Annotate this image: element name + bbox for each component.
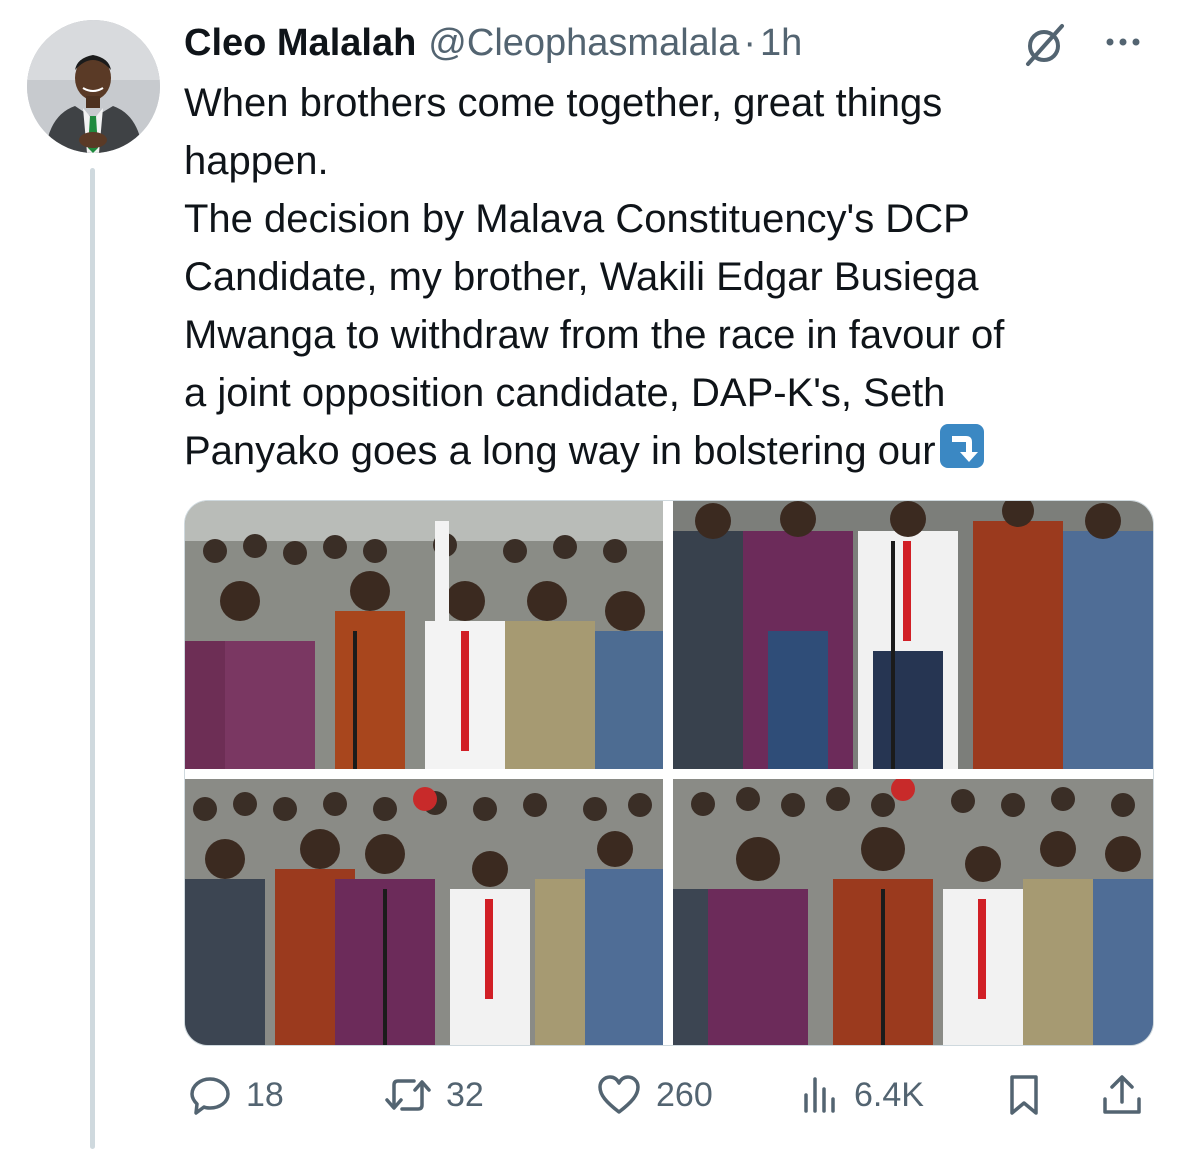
reply-button[interactable]: 18 — [188, 1070, 284, 1120]
arrow-down-right-emoji — [938, 422, 986, 470]
tweet-text-line: happen. — [184, 139, 329, 183]
tweet-action-bar: 18 32 260 6.4K — [184, 1070, 1152, 1120]
author-name[interactable]: Cleo Malalah — [184, 18, 416, 68]
media-photo-4[interactable] — [673, 779, 1153, 1045]
tweet-body: When brothers come together, great thing… — [184, 74, 1144, 480]
reply-count: 18 — [246, 1075, 284, 1114]
repost-icon — [384, 1073, 432, 1117]
repost-count: 32 — [446, 1075, 484, 1114]
more-icon[interactable] — [1098, 22, 1148, 62]
tweet-timestamp[interactable]: 1h — [760, 18, 802, 68]
share-icon — [1100, 1073, 1144, 1117]
tweet-text-line: a joint opposition candidate, DAP-K's, S… — [184, 371, 946, 415]
grok-icon[interactable] — [1020, 20, 1070, 70]
thread-connector-line — [90, 168, 95, 1149]
media-photo-3[interactable] — [185, 779, 663, 1045]
tweet-header: Cleo Malalah @Cleophasmalala · 1h — [184, 18, 802, 68]
tweet-text-line: When brothers come together, great thing… — [184, 81, 943, 125]
tweet-text-line: Mwanga to withdraw from the race in favo… — [184, 313, 1005, 357]
media-grid[interactable] — [184, 500, 1154, 1046]
views-icon — [800, 1073, 840, 1117]
tweet-text-line: The decision by Malava Constituency's DC… — [184, 197, 970, 241]
bookmark-button[interactable] — [1004, 1070, 1044, 1120]
media-photo-1[interactable] — [185, 501, 663, 769]
heart-icon — [596, 1073, 642, 1117]
author-handle[interactable]: @Cleophasmalala — [428, 18, 739, 68]
like-count: 260 — [656, 1075, 713, 1114]
like-button[interactable]: 260 — [596, 1070, 713, 1120]
author-avatar[interactable] — [27, 20, 160, 153]
bookmark-icon — [1004, 1073, 1044, 1117]
media-photo-2[interactable] — [673, 501, 1153, 769]
views-count: 6.4K — [854, 1075, 924, 1114]
reply-icon — [188, 1073, 232, 1117]
tweet-text-line: Candidate, my brother, Wakili Edgar Busi… — [184, 255, 979, 299]
views-button[interactable]: 6.4K — [800, 1070, 924, 1120]
header-separator: · — [743, 22, 757, 64]
repost-button[interactable]: 32 — [384, 1070, 484, 1120]
tweet-text-line: Panyako goes a long way in bolstering ou… — [184, 429, 936, 473]
share-button[interactable] — [1100, 1070, 1144, 1120]
